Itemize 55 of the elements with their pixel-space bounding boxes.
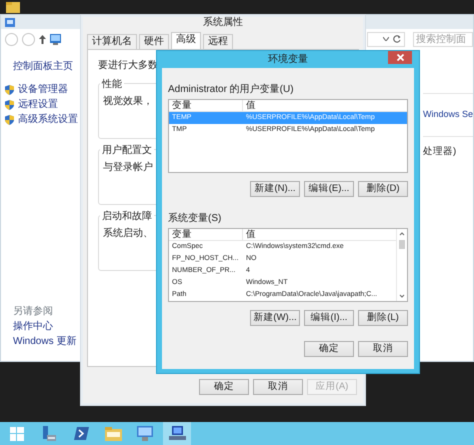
section-label: Administrator 的用户变量(U)	[168, 82, 295, 97]
group-text: 系统启动、	[103, 226, 153, 241]
list-button[interactable]: 编辑(E)...	[304, 181, 354, 197]
up-arrow-icon[interactable]	[39, 34, 46, 44]
tab[interactable]: 高级	[171, 32, 201, 49]
dialog-button[interactable]: 确定	[199, 379, 249, 395]
section-heading: 另请参阅	[12, 304, 54, 319]
task-link[interactable]: 设备管理器	[18, 82, 68, 97]
list-button[interactable]: 删除(D)	[358, 181, 408, 197]
column-header[interactable]: 变量	[169, 100, 243, 111]
see-also-link[interactable]: 操作中心	[5, 319, 81, 334]
close-button[interactable]	[388, 51, 412, 64]
task-link[interactable]: 高级系统设置	[18, 112, 78, 127]
address-bar[interactable]	[367, 32, 405, 46]
section-label: 系统变量(S)	[168, 212, 222, 226]
column-header[interactable]: 变量	[169, 229, 243, 240]
window-title: 环境变量	[268, 54, 308, 65]
list-button[interactable]: 编辑(I)...	[304, 310, 354, 326]
list-button[interactable]: 删除(L)	[358, 310, 408, 326]
shield-icon	[5, 84, 14, 94]
tab[interactable]: 硬件	[139, 34, 169, 49]
control-panel-icon	[5, 18, 15, 26]
terminal-icon	[74, 427, 88, 440]
dropdown-icon[interactable]	[383, 37, 389, 41]
tab[interactable]: 计算机名	[87, 34, 137, 49]
taskbar-button[interactable]	[163, 422, 191, 445]
shield-icon	[5, 100, 14, 110]
list-button[interactable]: 新建(W)...	[250, 310, 300, 326]
close-icon[interactable]	[396, 54, 404, 61]
column-header[interactable]: 值	[243, 229, 256, 240]
dialog-button[interactable]: 取消	[253, 379, 303, 395]
dialog-button[interactable]: 取消	[358, 341, 408, 357]
monitor-icon	[137, 426, 153, 441]
group-text: 视觉效果，	[103, 94, 153, 109]
server-icon	[41, 426, 57, 442]
folder-icon	[104, 426, 122, 440]
column-header[interactable]: 值	[243, 100, 256, 111]
search-field[interactable]: 搜索控制面	[413, 32, 473, 46]
product-heading: Windows Se	[422, 108, 473, 121]
shield-icon	[5, 114, 14, 124]
refresh-icon[interactable]	[393, 35, 401, 43]
list-button[interactable]: 新建(N)...	[250, 181, 300, 197]
dialog-button[interactable]: 确定	[304, 341, 354, 357]
group-text: 与登录帐户	[103, 160, 153, 175]
scrollbar[interactable]	[396, 229, 407, 301]
tab[interactable]: 远程	[203, 34, 233, 49]
task-link[interactable]: 远程设置	[18, 97, 58, 112]
windows-logo-icon	[10, 426, 24, 440]
nav-link[interactable]: 控制面板主页	[5, 59, 81, 74]
window-title: 系统属性	[202, 16, 244, 30]
see-also-link[interactable]: Windows 更新	[5, 334, 81, 349]
info-text: 处理器)	[422, 144, 458, 158]
computer-icon	[168, 426, 186, 441]
monitor-icon	[50, 34, 61, 44]
folder-icon[interactable]	[6, 0, 20, 15]
